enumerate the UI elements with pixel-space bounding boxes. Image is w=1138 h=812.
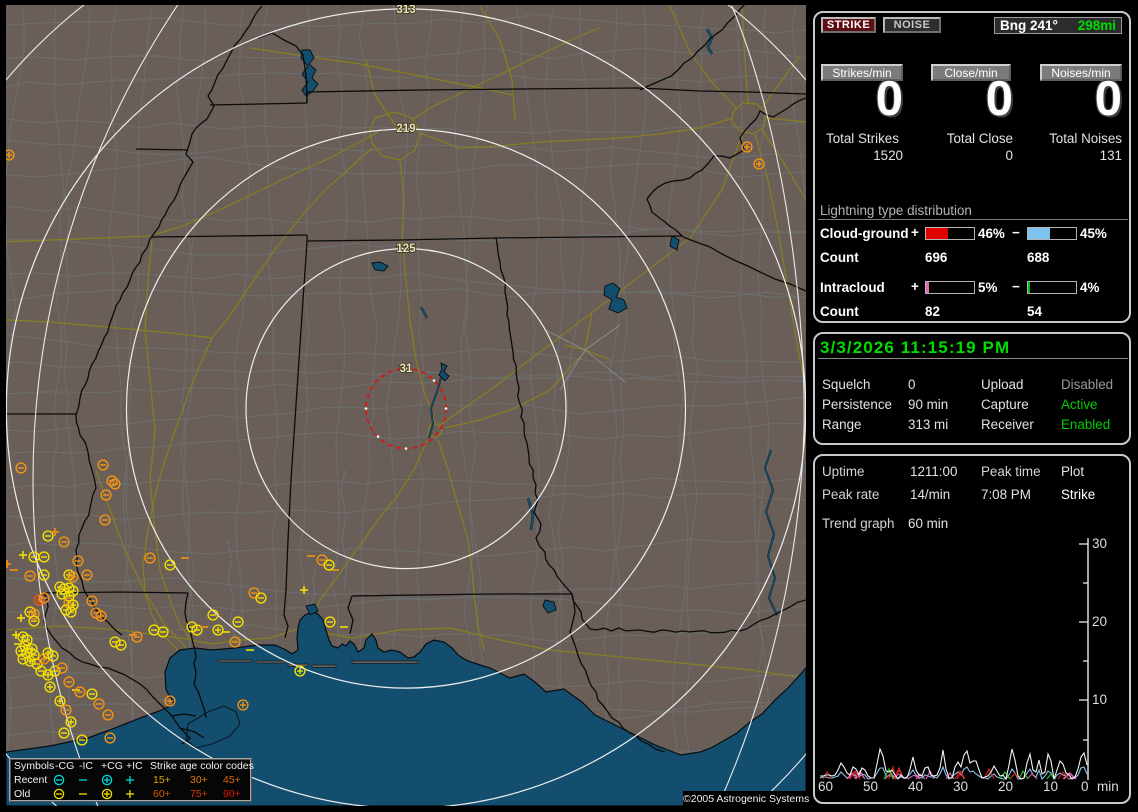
svg-text:60: 60 <box>818 779 833 794</box>
svg-text:30: 30 <box>953 779 968 794</box>
svg-text:125: 125 <box>396 243 416 255</box>
svg-text:313: 313 <box>396 5 415 16</box>
svg-text:30: 30 <box>1092 536 1107 551</box>
svg-text:10: 10 <box>1043 779 1058 794</box>
svg-text:219: 219 <box>396 123 415 135</box>
svg-text:50: 50 <box>863 779 878 794</box>
svg-text:20: 20 <box>998 779 1013 794</box>
svg-text:20: 20 <box>1092 614 1107 629</box>
svg-text:31: 31 <box>400 363 413 375</box>
svg-text:0: 0 <box>1081 779 1089 794</box>
svg-text:10: 10 <box>1092 692 1107 707</box>
svg-text:min: min <box>1097 779 1119 794</box>
svg-text:40: 40 <box>908 779 923 794</box>
